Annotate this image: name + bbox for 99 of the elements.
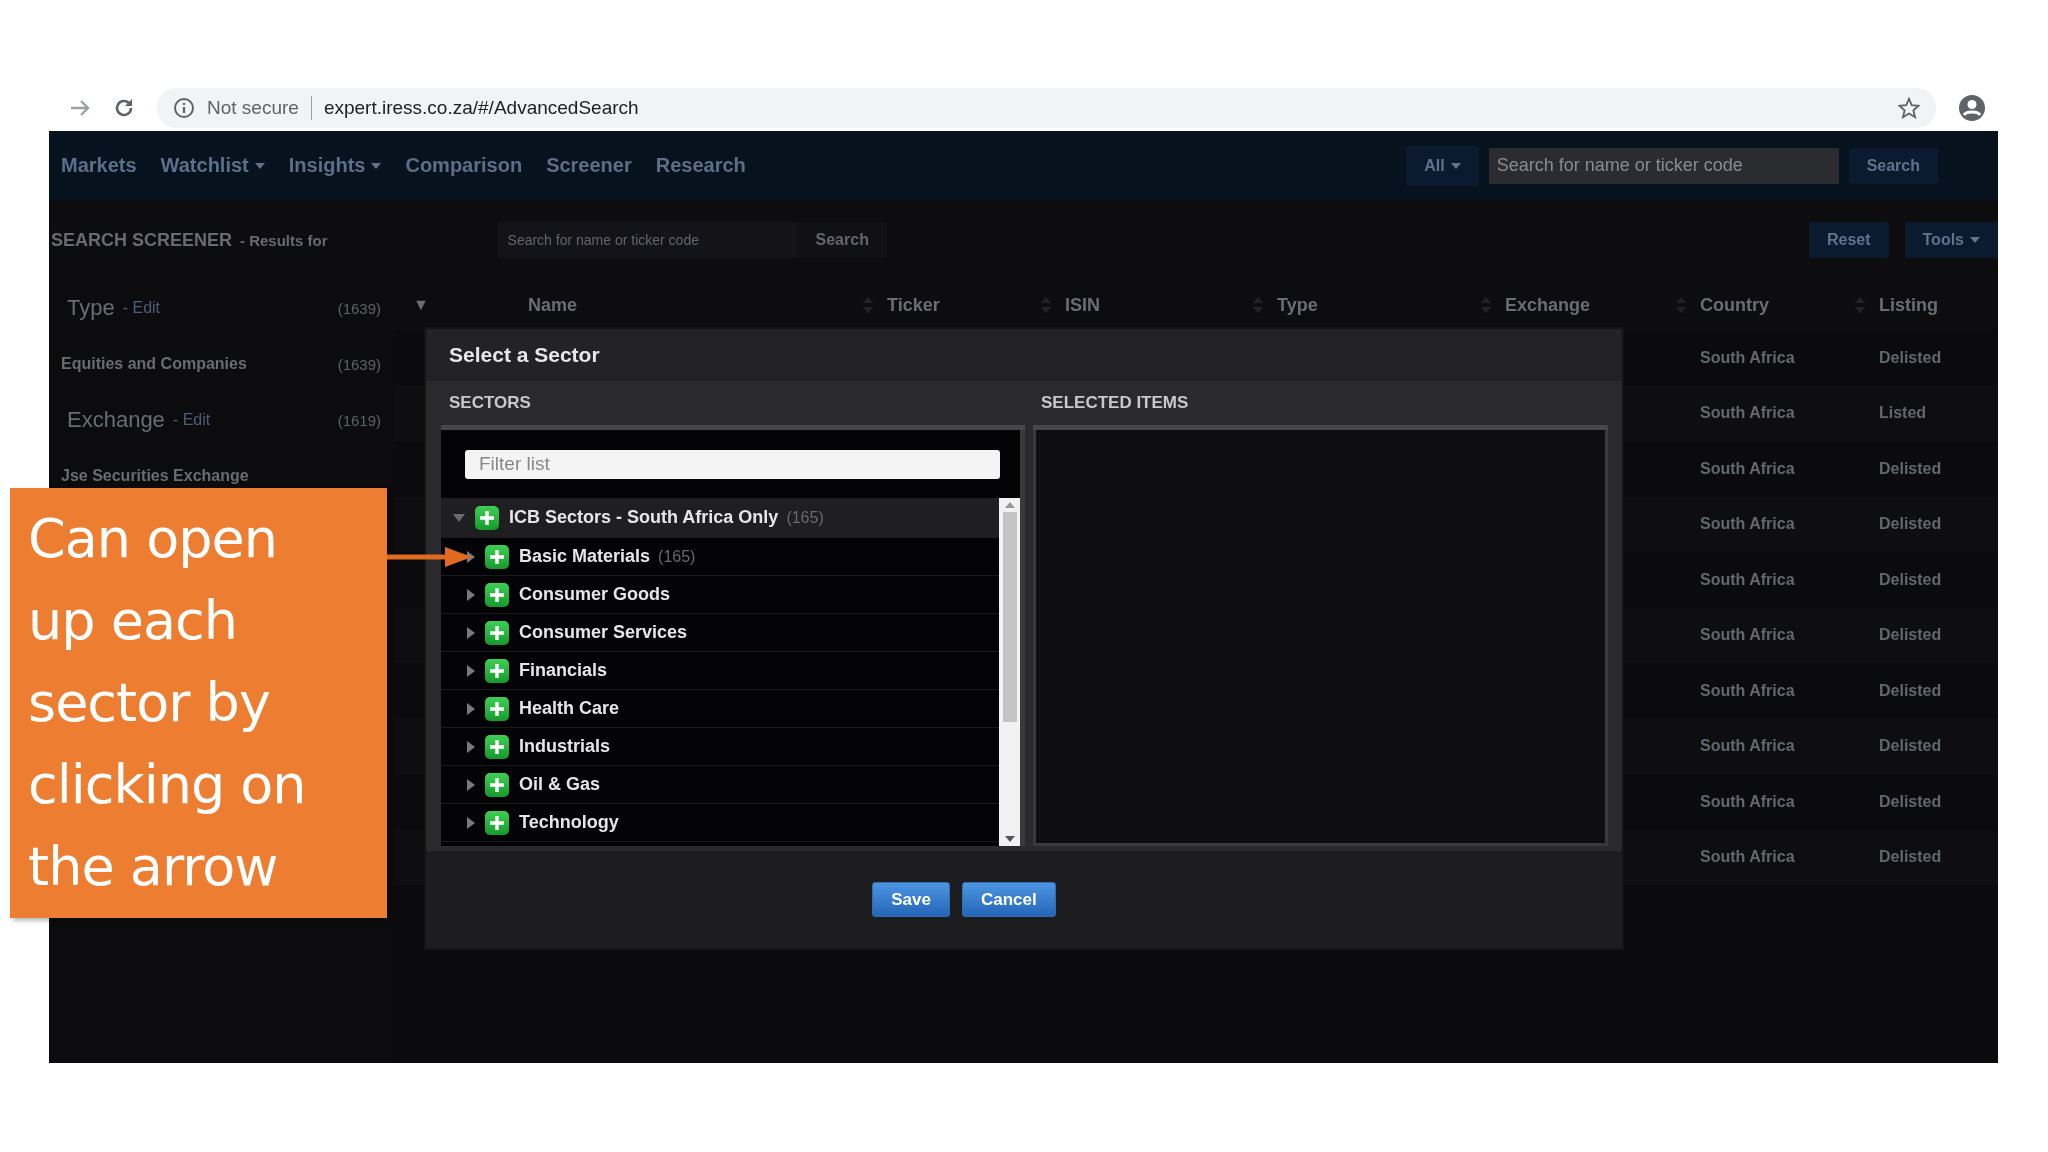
table-cell-text: Delisted xyxy=(1879,848,1943,867)
column-header[interactable]: Exchange xyxy=(1505,294,1591,316)
table-cell-text: South Africa xyxy=(1700,792,1796,811)
security-label[interactable]: Not secure xyxy=(207,96,299,119)
account-icon[interactable] xyxy=(1958,93,1986,122)
star-icon[interactable] xyxy=(1898,96,1920,119)
filter-item[interactable]: Jse Securities Exchange xyxy=(61,467,249,485)
column-header[interactable]: Name xyxy=(528,294,578,316)
sector-label: Industrials xyxy=(519,736,611,757)
expand-arrow-icon[interactable] xyxy=(467,816,475,829)
column-header[interactable]: Ticker xyxy=(887,294,940,316)
sector-label: Consumer Goods xyxy=(519,584,670,605)
add-icon[interactable] xyxy=(475,505,499,530)
sector-label: Financials xyxy=(519,660,608,681)
dialog-title: Select a Sector xyxy=(426,329,1622,381)
page-title: SEARCH SCREENER xyxy=(51,229,233,251)
column-header[interactable]: Listing xyxy=(1879,294,1938,316)
sector-label: Basic Materials xyxy=(519,546,651,567)
tree-item[interactable]: ICB Sectors - South Africa Only (165) xyxy=(441,498,999,538)
forward-icon[interactable] xyxy=(69,97,91,118)
table-cell-text: Listed xyxy=(1879,404,1928,423)
caret-icon xyxy=(371,162,382,169)
nav-link[interactable]: Research xyxy=(655,154,746,177)
table-cell-text: Delisted xyxy=(1879,570,1943,589)
info-icon[interactable] xyxy=(173,96,195,119)
search-field[interactable]: Search for name or ticker code xyxy=(1488,147,1839,184)
expand-arrow-icon[interactable] xyxy=(467,664,475,677)
expand-arrow-icon[interactable] xyxy=(467,626,475,639)
expand-arrow-icon[interactable] xyxy=(467,702,475,715)
sector-label: Technology xyxy=(519,812,619,833)
dialog-button[interactable]: Cancel xyxy=(961,882,1056,917)
table-cell-text: Delisted xyxy=(1879,737,1943,756)
table-cell-text: South Africa xyxy=(1700,737,1796,756)
sector-count: (165) xyxy=(658,547,696,566)
edit-link[interactable]: - Edit xyxy=(122,299,330,317)
table-cell-text: South Africa xyxy=(1700,348,1796,367)
sector-label: ICB Sectors - South Africa Only xyxy=(509,507,779,528)
caret-icon xyxy=(1450,162,1461,169)
sector-count: (165) xyxy=(786,508,824,527)
nav-link[interactable]: Screener xyxy=(546,154,632,177)
sector-label: Consumer Services xyxy=(519,622,688,643)
sector-label: Oil & Gas xyxy=(519,774,601,795)
column-header[interactable]: Type xyxy=(1277,294,1318,316)
nav-link[interactable]: Comparison xyxy=(405,154,523,177)
toggle-arrow[interactable]: ▼ xyxy=(395,296,528,314)
filter-group-title[interactable]: Type xyxy=(67,295,115,321)
table-cell-text: Delisted xyxy=(1879,459,1943,478)
group-count: (1639) xyxy=(337,299,381,317)
column-header[interactable]: Country xyxy=(1700,294,1769,316)
table-cell-text: Delisted xyxy=(1879,792,1943,811)
filter-group-title[interactable]: Exchange xyxy=(67,407,165,433)
collapse-arrow-icon[interactable] xyxy=(453,513,465,522)
add-icon[interactable] xyxy=(485,772,509,797)
table-cell-text: South Africa xyxy=(1700,515,1796,534)
search-button[interactable]: Search xyxy=(797,222,887,258)
table-cell-text: South Africa xyxy=(1700,459,1796,478)
callout-text: Can open up each sector by clicking on the arrow xyxy=(28,506,307,900)
add-icon[interactable] xyxy=(485,620,509,645)
toolbar-button[interactable]: Reset xyxy=(1808,222,1889,258)
expand-arrow-icon[interactable] xyxy=(467,778,475,791)
add-icon[interactable] xyxy=(485,734,509,759)
toolbar-button[interactable]: Tools xyxy=(1904,222,1998,258)
search-field[interactable]: Search for name or ticker code xyxy=(497,222,798,258)
table-cell-text: Delisted xyxy=(1879,626,1943,645)
expand-arrow-icon[interactable] xyxy=(467,740,475,753)
table-cell-text: Delisted xyxy=(1879,348,1943,367)
item-count: (1639) xyxy=(337,355,381,373)
table-cell-text: South Africa xyxy=(1700,681,1796,700)
table-cell-text: South Africa xyxy=(1700,626,1796,645)
caret-icon xyxy=(1970,237,1980,243)
table-cell-text: Delisted xyxy=(1879,681,1943,700)
nav-link[interactable]: Watchlist xyxy=(160,154,265,177)
group-count: (1619) xyxy=(337,411,381,429)
sector-label: Health Care xyxy=(519,698,620,719)
scroll-up-icon[interactable] xyxy=(1004,502,1015,508)
table-cell-text: South Africa xyxy=(1700,848,1796,867)
add-icon[interactable] xyxy=(485,658,509,683)
add-icon[interactable] xyxy=(485,582,509,607)
caret-icon xyxy=(254,162,265,169)
dialog-button[interactable]: Save xyxy=(872,882,950,917)
nav-link[interactable]: Insights xyxy=(288,154,382,177)
add-icon[interactable] xyxy=(485,696,509,721)
expand-arrow-icon[interactable] xyxy=(467,588,475,601)
add-icon[interactable] xyxy=(485,810,509,835)
column-header[interactable]: ISIN xyxy=(1065,294,1100,316)
url-text[interactable]: expert.iress.co.za/#/AdvancedSearch xyxy=(323,96,1886,119)
scroll-down-icon[interactable] xyxy=(1004,836,1015,842)
add-icon[interactable] xyxy=(485,544,509,569)
table-cell-text: Delisted xyxy=(1879,515,1943,534)
results-label: - Results for xyxy=(240,231,328,249)
filter-item[interactable]: Equities and Companies xyxy=(61,355,247,373)
table-cell-text: South Africa xyxy=(1700,570,1796,589)
filter-field[interactable]: Filter list xyxy=(465,449,1000,479)
scrollbar[interactable] xyxy=(999,498,1020,846)
search-button[interactable]: Search xyxy=(1848,147,1938,184)
nav-link[interactable]: Markets xyxy=(61,154,137,177)
edit-link[interactable]: - Edit xyxy=(172,411,330,429)
table-cell-text: South Africa xyxy=(1700,404,1796,423)
scope-dropdown[interactable]: All xyxy=(1406,145,1479,186)
